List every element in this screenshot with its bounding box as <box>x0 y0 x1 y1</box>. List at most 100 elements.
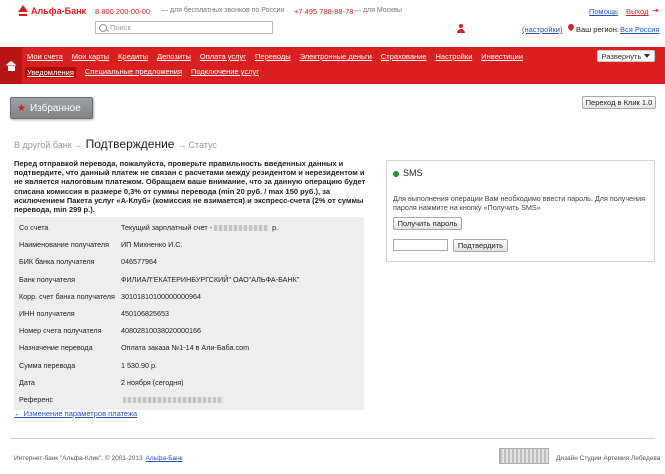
phone-russia: 8 800 200-00-00 <box>95 7 151 16</box>
nav-item[interactable]: Кредиты <box>118 52 148 61</box>
table-row: Дата 2 ноября (сегодня) <box>14 374 364 391</box>
table-row: Банк получателя ФИЛИАЛ"ЕКАТЕРИНБУРГСКИЙ" … <box>14 271 364 288</box>
logo-text: Альфа-Банк <box>31 6 87 16</box>
masked-value <box>214 225 270 232</box>
row-label: Банк получателя <box>19 274 75 284</box>
row-label: Корр. счет банка получателя <box>19 291 115 301</box>
row-value: ФИЛИАЛ"ЕКАТЕРИНБУРГСКИЙ" ОАО"АЛЬФА-БАНК" <box>121 275 364 284</box>
row-label: Дата <box>19 377 35 387</box>
table-row: Наименование получателя ИП Михненко И.С. <box>14 236 364 253</box>
star-icon: ★ <box>17 102 26 114</box>
location-pin-icon <box>568 24 574 32</box>
sms-title: SMS <box>403 168 423 178</box>
settings-link[interactable]: (настройки) <box>522 25 563 34</box>
row-value: 046577964 <box>121 257 364 266</box>
warning-text: Перед отправкой перевода, пожалуйста, пр… <box>14 159 366 215</box>
nav-item[interactable]: Специальные предложения <box>85 67 182 78</box>
change-params-link[interactable]: ← Изменение параметров платежа <box>14 409 137 418</box>
table-row: Референс <box>14 391 364 408</box>
row-value: ИП Михненко И.С. <box>121 240 364 249</box>
search-placeholder: Поиск <box>110 23 131 32</box>
confirm-button[interactable]: Подтвердить <box>453 239 508 252</box>
get-password-button[interactable]: Получить пароль <box>393 217 462 230</box>
logout-link[interactable]: Выход <box>626 7 648 16</box>
footer-divider <box>10 438 655 439</box>
row-value-text: ИП Михненко И.С. <box>121 240 183 250</box>
nav-item[interactable]: Подключение услуг <box>191 67 259 78</box>
phone-russia-note: — для бесплатных звонков по России <box>161 7 285 14</box>
row-value: 30101810100000000964 <box>121 292 364 301</box>
row-value-text: ФИЛИАЛ"ЕКАТЕРИНБУРГСКИЙ" ОАО"АЛЬФА-БАНК" <box>121 274 300 284</box>
nav-item[interactable]: Оплата услуг <box>200 52 246 61</box>
row-value-tail: р. <box>272 223 279 233</box>
nav-item[interactable]: Настройки <box>436 52 473 61</box>
sms-radio[interactable] <box>393 171 399 177</box>
alfa-logo[interactable]: Альфа-Банк <box>18 4 86 18</box>
step-previous: В другой банк <box>14 140 72 150</box>
user-icon[interactable] <box>457 24 465 33</box>
phone-moscow: +7 495 788-88-78 <box>294 7 354 16</box>
favorites-label: Избранное <box>29 102 81 114</box>
help-link[interactable]: Помощь <box>589 7 618 16</box>
sms-panel: SMS Для выполнения операции Вам необходи… <box>386 160 655 262</box>
row-value: Оплата заказа №1-14 в Али-Баба.com <box>121 343 364 352</box>
masked-value <box>123 397 223 404</box>
table-row: Номер счета получателя 408028100380200001… <box>14 322 364 339</box>
logout-icon[interactable]: ⇥ <box>652 6 659 15</box>
region-label: Ваш регион: <box>576 25 619 34</box>
row-label: ИНН получателя <box>19 309 75 319</box>
nav-item[interactable]: Переводы <box>255 52 291 61</box>
favorites-tab[interactable]: ★ Избранное <box>10 97 93 119</box>
row-value-text: Оплата заказа №1-14 в Али-Баба.com <box>121 343 250 353</box>
search-input[interactable]: Поиск <box>95 21 273 34</box>
row-value: Текущий зарплатный счет - р. <box>121 223 364 232</box>
nav-item[interactable]: Инвестиции <box>481 52 523 61</box>
table-row: Назначение перевода Оплата заказа №1-14 в… <box>14 339 364 356</box>
step-next: Статус <box>188 140 217 150</box>
sms-instructions: Для выполнения операции Вам необходимо в… <box>393 194 645 212</box>
footer-design: Дизайн Студии Артемия Лебедева <box>556 455 661 462</box>
table-row: ИНН получателя 450106825653 <box>14 305 364 322</box>
separator: | <box>616 7 619 16</box>
transfer-details-table: Со счета Текущий зарплатный счет - р. Наиме… <box>14 217 364 411</box>
phone-moscow-note: — для Москвы <box>354 7 402 14</box>
footer-copyright: Интернет-банк "Альфа-Клик". © 2001-2013 <box>14 455 143 462</box>
nav-item[interactable]: Электронные деньги <box>300 52 372 61</box>
nav-item[interactable]: Уведомления <box>25 67 76 78</box>
home-button[interactable] <box>0 47 22 84</box>
expand-button[interactable]: Развернуть <box>597 50 655 62</box>
nav-row-secondary: Уведомления Специальные предложения Подклю… <box>25 67 268 78</box>
sms-code-input[interactable] <box>393 239 448 251</box>
row-value <box>121 395 364 404</box>
row-label: Номер счета получателя <box>19 326 102 336</box>
nav-row-main: Мои счета Мои карты Кредиты Депозиты Оплата … <box>27 52 532 61</box>
go-to-click1-button[interactable]: Переход в Клик 1.0 <box>582 96 656 109</box>
row-value-text: 046577964 <box>121 257 157 267</box>
row-label: Назначение перевода <box>19 343 93 353</box>
nav-item[interactable]: Страхование <box>381 52 427 61</box>
main-nav: Мои счета Мои карты Кредиты Депозиты Оплата … <box>0 47 665 84</box>
alfa-logo-icon <box>18 5 28 17</box>
row-value: 450106825653 <box>121 309 364 318</box>
step-current: Подтверждение <box>85 137 175 151</box>
search-icon <box>99 23 107 32</box>
footer-copyright-block: Интернет-банк "Альфа-Клик". © 2001-2013 … <box>14 455 183 462</box>
expand-label: Развернуть <box>601 51 642 61</box>
table-row: БИК банка получателя 046577964 <box>14 253 364 270</box>
region-value-link[interactable]: Вся Россия <box>620 25 660 34</box>
studio-logo[interactable] <box>499 448 549 464</box>
chevron-down-icon <box>644 54 651 58</box>
row-label: Со счета <box>19 223 49 233</box>
row-value-text: 40802810038020000166 <box>121 326 201 336</box>
row-label: Референс <box>19 394 53 404</box>
nav-item[interactable]: Депозиты <box>157 52 191 61</box>
table-row: Сумма перевода 1 530.90 р. <box>14 357 364 374</box>
footer-bank-link[interactable]: Альфа-Банк <box>146 455 183 462</box>
row-label: Сумма перевода <box>19 360 76 370</box>
table-row: Со счета Текущий зарплатный счет - р. <box>14 219 364 236</box>
nav-item[interactable]: Мои карты <box>72 52 109 61</box>
row-value: 1 530.90 р. <box>121 361 364 370</box>
nav-item[interactable]: Мои счета <box>27 52 63 61</box>
row-value-text: 30101810100000000964 <box>121 291 201 301</box>
steps-breadcrumb: В другой банк → Подтверждение → Статус <box>14 137 217 151</box>
